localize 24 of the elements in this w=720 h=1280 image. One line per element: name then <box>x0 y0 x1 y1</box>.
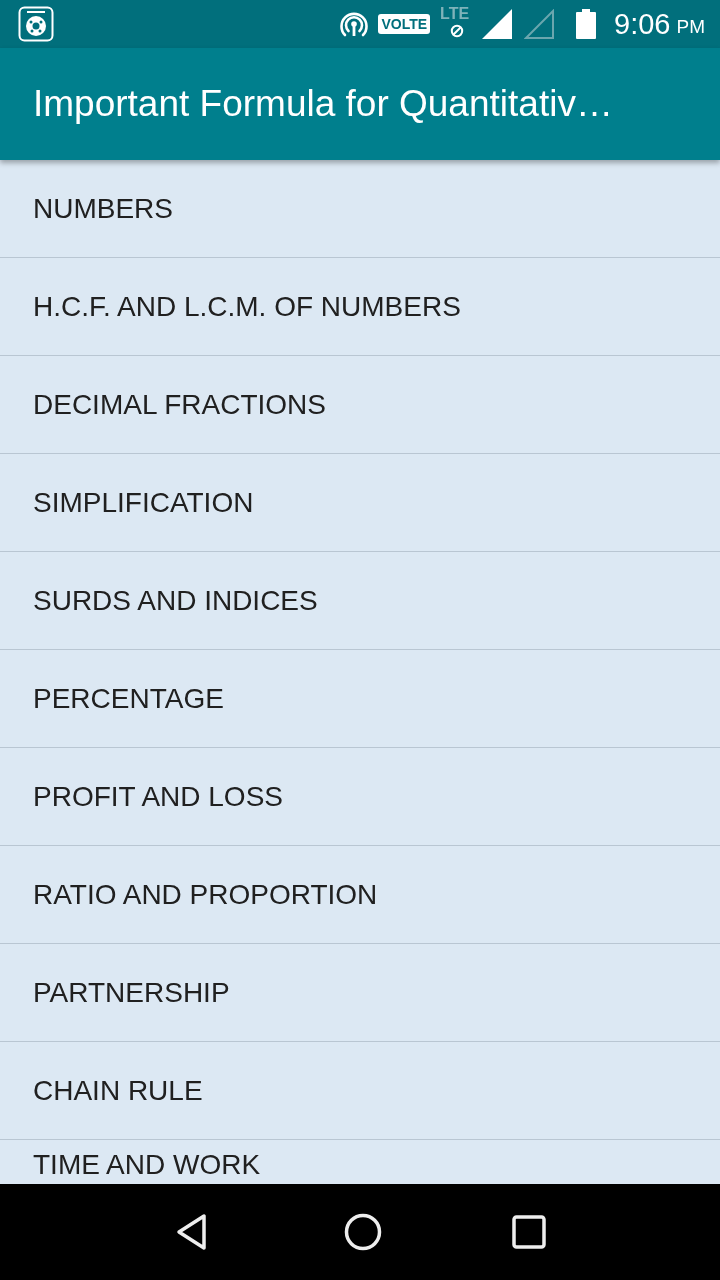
app-title: Important Formula for Quantitativ… <box>33 83 613 125</box>
signal-empty-icon <box>524 9 555 39</box>
topic-item[interactable]: H.C.F. AND L.C.M. OF NUMBERS <box>0 258 720 356</box>
topic-item[interactable]: PROFIT AND LOSS <box>0 748 720 846</box>
clock-period: PM <box>676 15 705 38</box>
topic-item[interactable]: TIME AND WORK <box>0 1140 720 1181</box>
topic-item[interactable]: PERCENTAGE <box>0 650 720 748</box>
app-emblem-icon <box>18 6 54 42</box>
network-type-label: LTE <box>440 6 470 22</box>
signal-full-icon <box>482 9 513 39</box>
topic-item[interactable]: SURDS AND INDICES <box>0 552 720 650</box>
recent-apps-icon[interactable] <box>511 1215 546 1249</box>
no-data-icon <box>450 24 465 38</box>
topic-item[interactable]: PARTNERSHIP <box>0 944 720 1042</box>
volte-badge: VOLTE <box>378 14 431 34</box>
hotspot-icon <box>340 10 369 38</box>
clock-time: 9:06 <box>614 7 671 41</box>
home-icon[interactable] <box>343 1212 383 1252</box>
topic-item[interactable]: SIMPLIFICATION <box>0 454 720 552</box>
topic-item[interactable]: RATIO AND PROPORTION <box>0 846 720 944</box>
topic-item[interactable]: DECIMAL FRACTIONS <box>0 356 720 454</box>
battery-icon <box>576 9 597 39</box>
topic-item[interactable]: NUMBERS <box>0 160 720 258</box>
topic-item[interactable]: CHAIN RULE <box>0 1042 720 1140</box>
